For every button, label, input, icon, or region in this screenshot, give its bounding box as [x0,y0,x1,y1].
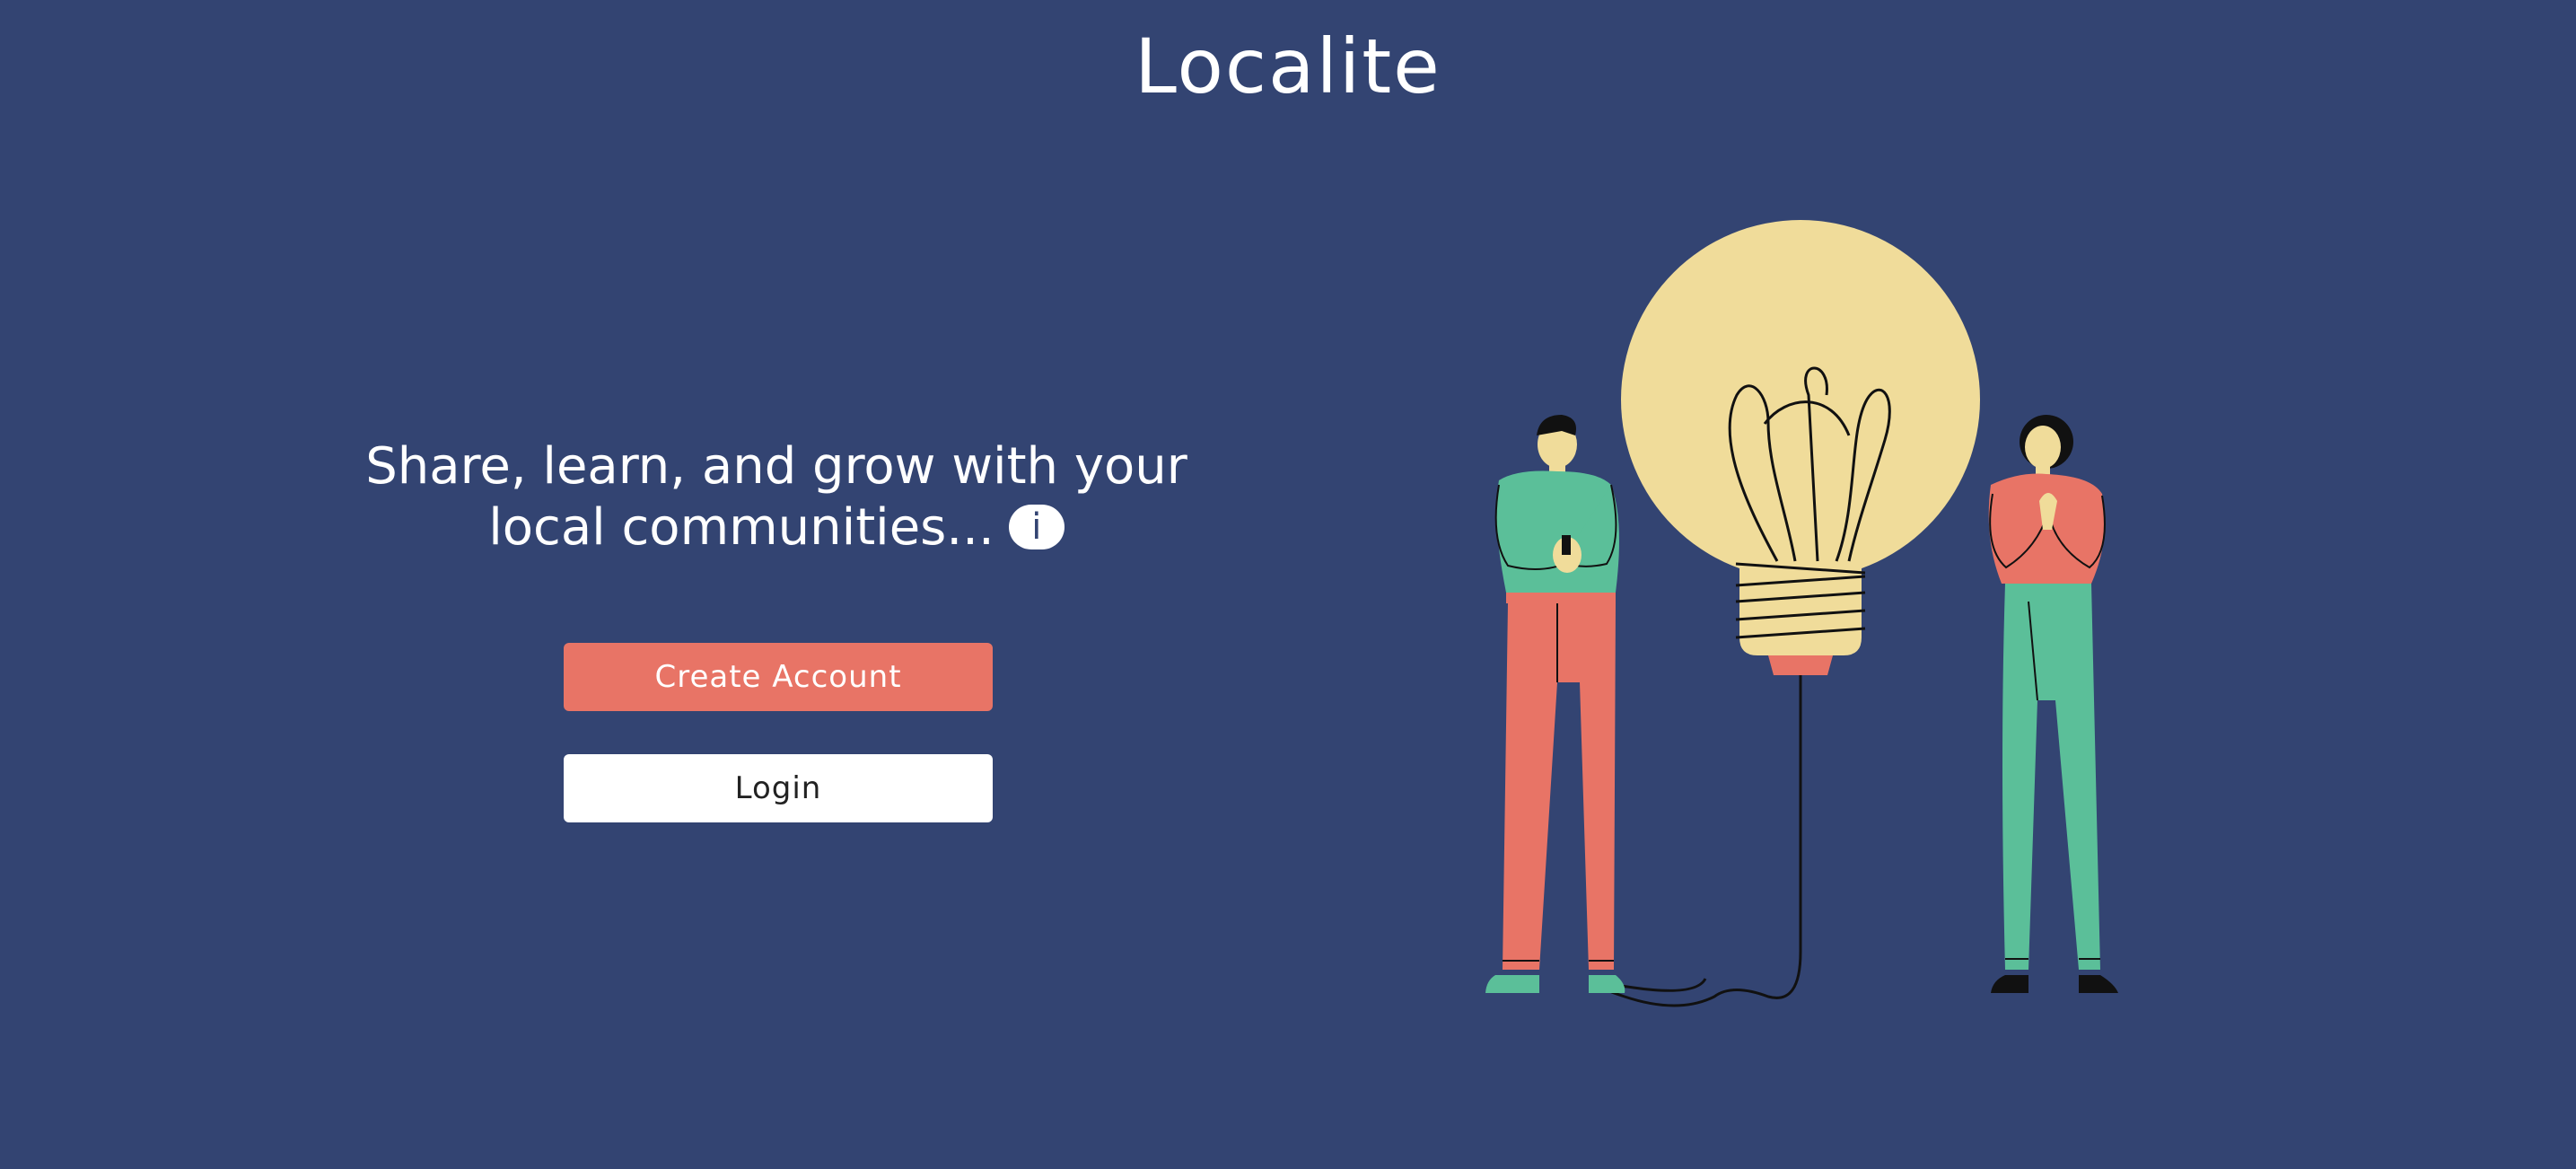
create-account-button[interactable]: Create Account [564,643,993,711]
app-title: Localite [1135,22,1441,110]
info-icon[interactable]: i [1008,504,1065,549]
landing-page: Localite Share, learn, and grow with you… [0,0,2576,1169]
lightbulb-icon [1599,220,1980,1007]
tagline-line-2: local communities... [488,498,994,557]
tagline-line-1: Share, learn, and grow with your [365,437,1187,496]
tagline: Share, learn, and grow with your local c… [296,436,1257,558]
man-figure-icon [1485,415,1625,993]
woman-figure-icon [1988,415,2118,993]
lightbulb-with-two-people-icon [1485,220,2118,1007]
tagline-line-2-wrapper: local communities... i [296,497,1257,558]
login-button[interactable]: Login [564,754,993,822]
